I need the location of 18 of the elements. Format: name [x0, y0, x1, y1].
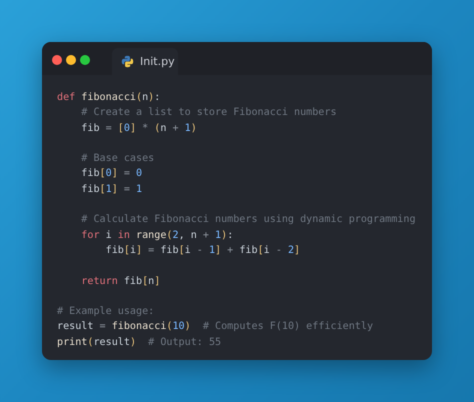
code-line: return fib[n]	[80, 274, 160, 289]
code-line: # Example usage:	[57, 305, 154, 320]
code-line: fib[0] = 0	[80, 167, 142, 182]
code-line: for i in range(2, n + 1):	[80, 228, 234, 243]
code-line: # Create a list to store Fibonacci numbers	[80, 106, 337, 120]
file-tab[interactable]: Init.py	[112, 48, 178, 75]
code-line: fib[1] = 1	[80, 182, 142, 197]
code-line: fib = [0] * (n + 1)	[80, 122, 197, 136]
minimize-button[interactable]	[66, 55, 76, 65]
code-line: # Calculate Fibonacci numbers using dynamic programming	[80, 213, 416, 228]
python-icon	[121, 55, 134, 68]
code-line: result = fibonacci(10) # Computes F(10) efficiently	[57, 320, 374, 334]
maximize-button[interactable]	[80, 55, 90, 65]
code-line: def fibonacci(n):	[57, 91, 160, 105]
code-line: print(result) # Output: 55	[57, 336, 222, 350]
close-button[interactable]	[52, 55, 62, 65]
code-line: # Base cases	[80, 152, 154, 166]
code-line: fib[i] = fib[i - 1] + fib[i - 2]	[104, 244, 300, 258]
